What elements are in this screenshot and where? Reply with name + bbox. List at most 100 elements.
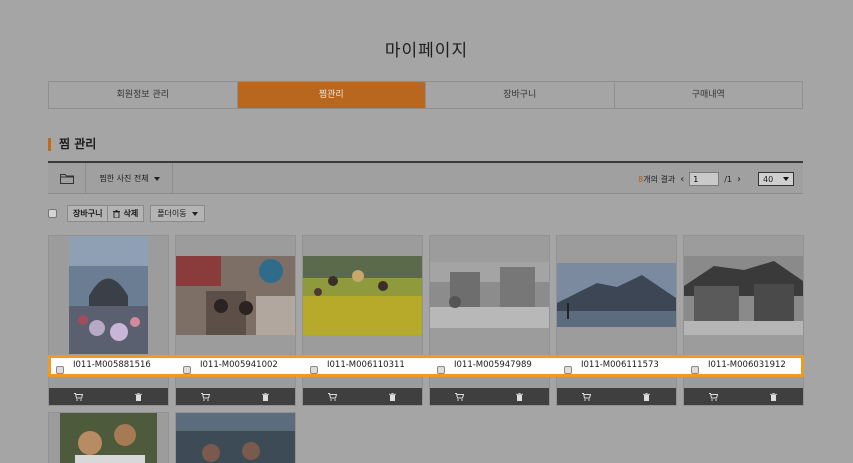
item-code: I011-M006031912 — [708, 360, 786, 370]
trash-icon — [769, 392, 777, 401]
trash-icon — [134, 392, 142, 401]
section-title: 찜 관리 — [48, 138, 96, 151]
item-code-cell: I011-M005947989 — [432, 358, 559, 374]
toolbar: 찜한 사진 전체 8개의 결과 ‹ /1 › 40 — [48, 161, 803, 194]
result-pagination: 8개의 결과 ‹ /1 › 40 — [638, 172, 794, 186]
chevron-down-icon — [783, 177, 789, 181]
photo-thumbnail[interactable] — [430, 236, 549, 354]
folder-move-label: 폴더이동 — [157, 209, 187, 218]
item-code: I011-M006110311 — [327, 360, 405, 370]
card-cart-button[interactable] — [557, 388, 617, 405]
item-code-cell: I011-M005941002 — [178, 358, 305, 374]
add-to-cart-label: 장바구니 — [73, 209, 103, 218]
chevron-down-icon — [191, 211, 198, 216]
tab-purchase-history[interactable]: 구매내역 — [613, 82, 803, 108]
photo-image — [176, 413, 295, 463]
delete-label: 삭제 — [123, 209, 139, 218]
item-checkbox[interactable] — [564, 366, 572, 374]
item-checkbox[interactable] — [56, 366, 64, 374]
card-action-bar — [684, 388, 803, 405]
add-to-cart-button[interactable]: 장바구니 — [68, 206, 107, 221]
item-checkbox[interactable] — [691, 366, 699, 374]
card-delete-button[interactable] — [109, 388, 169, 405]
photo-thumbnail[interactable] — [49, 236, 168, 354]
cart-icon — [74, 392, 84, 401]
folder-move-dropdown[interactable]: 폴더이동 — [150, 205, 205, 222]
photo-thumbnail[interactable] — [49, 413, 168, 463]
tab-member-info[interactable]: 회원정보 관리 — [49, 82, 237, 108]
card-cart-button[interactable] — [49, 388, 109, 405]
photo-image — [60, 413, 157, 463]
photo-image — [430, 262, 549, 328]
item-code: I011-M006111573 — [581, 360, 659, 370]
item-code: I011-M005881516 — [73, 360, 151, 370]
page-title: 마이페이지 — [384, 41, 469, 61]
photo-image — [684, 255, 803, 335]
wishlist-card — [48, 235, 169, 406]
card-delete-button[interactable] — [490, 388, 550, 405]
wishlist-card — [683, 235, 804, 406]
card-delete-button[interactable] — [744, 388, 804, 405]
cart-icon — [709, 392, 719, 401]
page-total: /1 — [724, 174, 732, 184]
photo-thumbnail[interactable] — [176, 236, 295, 354]
photo-thumbnail[interactable] — [557, 236, 676, 354]
wishlist-card — [175, 235, 296, 406]
item-code-cell: I011-M006031912 — [686, 358, 807, 374]
photo-thumbnail[interactable] — [684, 236, 803, 354]
card-cart-button[interactable] — [176, 388, 236, 405]
wishlist-card — [429, 235, 550, 406]
item-code-cell: I011-M006110311 — [305, 358, 432, 374]
item-code: I011-M005947989 — [454, 360, 532, 370]
cart-icon — [455, 392, 465, 401]
card-cart-button[interactable] — [303, 388, 363, 405]
wishlist-card — [48, 412, 169, 463]
trash-icon — [261, 392, 269, 401]
result-suffix: 개의 결과 — [643, 174, 676, 184]
prev-page-icon[interactable]: ‹ — [680, 174, 684, 185]
folder-icon — [59, 174, 74, 184]
card-delete-button[interactable] — [236, 388, 296, 405]
highlighted-code-row: I011-M005881516 I011-M005941002 I011-M00… — [48, 355, 804, 377]
item-checkbox[interactable] — [437, 366, 445, 374]
card-cart-button[interactable] — [430, 388, 490, 405]
wishlist-filter-dropdown[interactable]: 찜한 사진 전체 — [87, 163, 173, 194]
wishlist-card — [556, 235, 677, 406]
folder-button[interactable] — [48, 163, 86, 194]
photo-thumbnail[interactable] — [176, 413, 295, 463]
filter-label: 찜한 사진 전체 — [99, 174, 149, 183]
action-bar: 장바구니 삭제 폴더이동 — [48, 205, 205, 222]
select-all-checkbox[interactable] — [48, 209, 57, 218]
card-action-bar — [430, 388, 549, 405]
photo-image — [557, 263, 676, 327]
result-summary: 8개의 결과 — [638, 174, 675, 185]
page-number-input[interactable] — [689, 172, 720, 186]
card-delete-button[interactable] — [363, 388, 423, 405]
trash-icon — [642, 392, 650, 401]
card-cart-button[interactable] — [684, 388, 744, 405]
card-action-bar — [557, 388, 676, 405]
tab-wishlist[interactable]: 찜관리 — [236, 82, 425, 108]
card-action-bar — [303, 388, 422, 405]
item-code-cell: I011-M006111573 — [559, 358, 686, 374]
item-checkbox[interactable] — [310, 366, 318, 374]
card-delete-button[interactable] — [617, 388, 677, 405]
wishlist-card — [302, 235, 423, 406]
trash-icon — [388, 392, 396, 401]
per-page-select[interactable]: 40 — [758, 172, 794, 186]
photo-thumbnail[interactable] — [303, 236, 422, 354]
item-checkbox[interactable] — [183, 366, 191, 374]
tab-cart[interactable]: 장바구니 — [425, 82, 614, 108]
item-code: I011-M005941002 — [200, 360, 278, 370]
delete-button[interactable]: 삭제 — [107, 206, 143, 221]
per-page-value: 40 — [763, 174, 774, 184]
tab-bar: 회원정보 관리 찜관리 장바구니 구매내역 — [48, 81, 803, 109]
item-code-cell: I011-M005881516 — [51, 358, 178, 374]
action-button-group: 장바구니 삭제 — [67, 205, 145, 222]
card-action-bar — [176, 388, 295, 405]
trash-icon — [113, 209, 121, 218]
next-page-icon[interactable]: › — [737, 174, 741, 185]
chevron-down-icon — [153, 176, 160, 181]
photo-image — [69, 236, 148, 354]
cart-icon — [582, 392, 592, 401]
